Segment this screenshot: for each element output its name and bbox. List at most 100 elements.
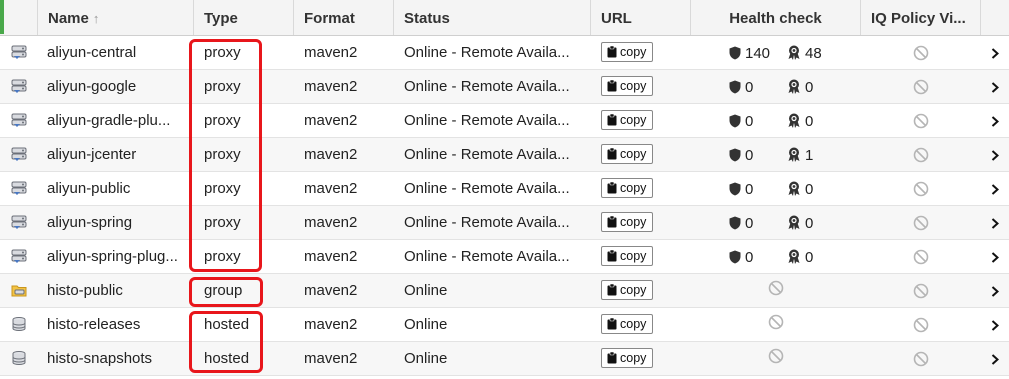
- sort-ascending-icon: ↑: [92, 11, 100, 26]
- unavailable-icon: [913, 317, 929, 333]
- health-check-cell: [691, 308, 861, 341]
- table-row[interactable]: aliyun-spring-plug... proxy maven2 Online -…: [0, 240, 1009, 274]
- copy-url-button[interactable]: copy: [601, 246, 654, 267]
- iq-policy-cell: [861, 274, 981, 307]
- url-cell: copy: [591, 206, 691, 239]
- header-health-check[interactable]: Health check: [691, 0, 861, 35]
- security-issues-metric[interactable]: 0: [729, 138, 753, 171]
- security-count: 0: [745, 215, 754, 232]
- chevron-right-icon[interactable]: [981, 206, 1009, 239]
- repository-format: maven2: [304, 248, 358, 265]
- chevron-right-icon[interactable]: [981, 36, 1009, 69]
- header-status[interactable]: Status: [394, 0, 591, 35]
- table-row[interactable]: aliyun-central proxy maven2 Online - Remote…: [0, 36, 1009, 70]
- url-cell: copy: [591, 172, 691, 205]
- chevron-right-icon[interactable]: [981, 308, 1009, 341]
- table-row[interactable]: aliyun-google proxy maven2 Online - Remote …: [0, 70, 1009, 104]
- proxy-repo-icon: [0, 240, 38, 273]
- unavailable-icon: [768, 308, 784, 341]
- security-count: 0: [745, 79, 754, 96]
- license-issues-metric[interactable]: 0: [787, 70, 813, 103]
- chevron-right-icon[interactable]: [981, 240, 1009, 273]
- unavailable-icon: [913, 79, 929, 95]
- copy-label: copy: [620, 317, 647, 332]
- license-issues-metric[interactable]: 0: [787, 104, 813, 137]
- copy-url-button[interactable]: copy: [601, 314, 654, 335]
- repository-status: Online - Remote Availa...: [404, 214, 570, 231]
- chevron-right-icon[interactable]: [981, 104, 1009, 137]
- copy-label: copy: [620, 215, 647, 230]
- copy-url-button[interactable]: copy: [601, 76, 654, 97]
- license-issues-metric[interactable]: 48: [787, 36, 822, 69]
- copy-url-button[interactable]: copy: [601, 178, 654, 199]
- unavailable-icon: [768, 274, 784, 307]
- table-row[interactable]: aliyun-public proxy maven2 Online - Remote …: [0, 172, 1009, 206]
- security-issues-metric[interactable]: 0: [729, 70, 753, 103]
- highlight-box-group: [189, 277, 263, 307]
- repository-name: histo-releases: [47, 316, 141, 333]
- chevron-right-icon[interactable]: [981, 70, 1009, 103]
- table-row[interactable]: aliyun-spring proxy maven2 Online - Remote …: [0, 206, 1009, 240]
- copy-url-button[interactable]: copy: [601, 110, 654, 131]
- license-issues-metric[interactable]: 0: [787, 206, 813, 239]
- unavailable-icon: [913, 283, 929, 299]
- copy-label: copy: [620, 147, 647, 162]
- copy-url-button[interactable]: copy: [601, 42, 654, 63]
- chevron-right-icon[interactable]: [981, 172, 1009, 205]
- health-check-cell: [691, 342, 861, 375]
- chevron-right-icon[interactable]: [981, 342, 1009, 375]
- license-issues-metric[interactable]: 0: [787, 172, 813, 205]
- security-issues-metric[interactable]: 0: [729, 240, 753, 273]
- chevron-right-icon[interactable]: [981, 274, 1009, 307]
- health-check-cell: [691, 274, 861, 307]
- table-row[interactable]: histo-public group maven2 Online copy: [0, 274, 1009, 308]
- unavailable-icon: [913, 147, 929, 163]
- security-issues-metric[interactable]: 0: [729, 104, 753, 137]
- license-issues-metric[interactable]: 0: [787, 240, 813, 273]
- highlight-box-proxy: [189, 39, 262, 272]
- security-issues-metric[interactable]: 0: [729, 172, 753, 205]
- copy-label: copy: [620, 249, 647, 264]
- url-cell: copy: [591, 240, 691, 273]
- header-format[interactable]: Format: [294, 0, 394, 35]
- unavailable-icon: [913, 113, 929, 129]
- table-row[interactable]: histo-releases hosted maven2 Online copy: [0, 308, 1009, 342]
- copy-url-button[interactable]: copy: [601, 212, 654, 233]
- license-count: 0: [805, 249, 814, 266]
- repository-name: histo-public: [47, 282, 123, 299]
- repository-format: maven2: [304, 78, 358, 95]
- repository-format: maven2: [304, 112, 358, 129]
- license-issues-metric[interactable]: 1: [787, 138, 813, 171]
- proxy-repo-icon: [0, 104, 38, 137]
- copy-url-button[interactable]: copy: [601, 280, 654, 301]
- iq-policy-cell: [861, 70, 981, 103]
- copy-label: copy: [620, 45, 647, 60]
- proxy-repo-icon: [0, 70, 38, 103]
- header-url[interactable]: URL: [591, 0, 691, 35]
- repository-status: Online: [404, 350, 448, 367]
- table-row[interactable]: histo-snapshots hosted maven2 Online copy: [0, 342, 1009, 376]
- header-iq-policy[interactable]: IQ Policy Vi...: [861, 0, 981, 35]
- repository-name: aliyun-central: [47, 44, 137, 61]
- chevron-right-icon[interactable]: [981, 138, 1009, 171]
- table-row[interactable]: aliyun-gradle-plu... proxy maven2 Online - …: [0, 104, 1009, 138]
- header-type-label: Type: [204, 10, 238, 27]
- repository-format: maven2: [304, 214, 358, 231]
- repository-status: Online: [404, 282, 448, 299]
- url-cell: copy: [591, 138, 691, 171]
- url-cell: copy: [591, 36, 691, 69]
- repository-format: maven2: [304, 44, 358, 61]
- security-count: 0: [745, 181, 754, 198]
- health-check-cell: 00: [691, 206, 861, 239]
- repository-name: aliyun-jcenter: [47, 146, 137, 163]
- copy-url-button[interactable]: copy: [601, 144, 654, 165]
- copy-url-button[interactable]: copy: [601, 348, 654, 369]
- url-cell: copy: [591, 342, 691, 375]
- header-name[interactable]: Name ↑: [38, 0, 194, 35]
- repository-name: aliyun-google: [47, 78, 137, 95]
- header-type[interactable]: Type: [194, 0, 294, 35]
- repository-status: Online - Remote Availa...: [404, 78, 570, 95]
- security-issues-metric[interactable]: 0: [729, 206, 753, 239]
- table-row[interactable]: aliyun-jcenter proxy maven2 Online - Remote…: [0, 138, 1009, 172]
- security-issues-metric[interactable]: 140: [729, 36, 770, 69]
